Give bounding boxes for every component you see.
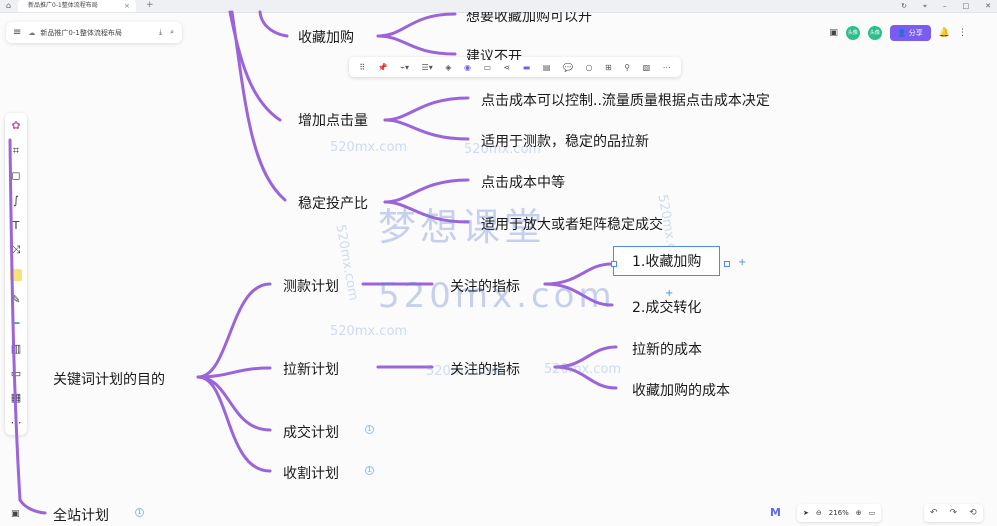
node-harvest-plan[interactable]: 收割计划 [283,463,339,483]
home-icon[interactable]: ⌂ [6,1,11,10]
shapes-icon[interactable]: ◻ [11,169,20,182]
node-root[interactable]: 关键词计划的目的 [53,369,165,389]
cloud-icon: ☁ [28,28,36,37]
share-button[interactable]: 👤 分享 [889,24,931,41]
note-icon[interactable]: ▤ [543,63,551,72]
menu-icon[interactable]: ≡ [13,27,21,38]
line-color-icon[interactable]: ▬ [523,63,531,72]
sticky-note-icon[interactable] [10,268,22,281]
drag-handle-icon[interactable]: ⠿ [359,63,365,72]
refresh-icon[interactable]: ↻ [901,0,907,12]
tab-document[interactable]: 新品推广0-1整体流程布局 [18,0,136,12]
add-child-icon[interactable]: ⊞ [605,63,612,72]
template-icon[interactable]: ▦ [11,391,21,404]
briefcase-icon[interactable]: ▣ [829,28,838,38]
image-icon[interactable]: ▧ [643,63,651,72]
maximize-icon[interactable]: □ [963,0,970,12]
info-badge-icon[interactable]: 1 [365,466,374,475]
window-controls: ↻ ⌖ – □ ✕ [901,0,991,12]
node-metrics[interactable]: 关注的指标 [450,359,520,379]
node-increase-clicks[interactable]: 增加点击量 [298,110,368,130]
user-add-icon: 👤 [897,28,907,37]
table-icon[interactable]: ▭ [11,367,21,380]
pointer-icon[interactable]: ➤ [803,509,809,517]
node-conversion-plan[interactable]: 成交计划 [283,422,339,442]
resize-handle[interactable] [724,261,730,267]
border-color-icon[interactable]: ◉ [464,63,471,72]
avatar[interactable]: 头像 [867,25,882,40]
pen-icon[interactable]: ∫ [13,194,19,207]
search-icon[interactable]: ⌕ [170,28,174,37]
pin-icon[interactable]: 📌 [378,63,388,72]
tab-title: 新品推广0-1整体流程布局 [28,2,98,9]
more-tools-icon[interactable]: ⋯ [11,416,22,429]
ai-logo-icon[interactable]: M [770,506,781,519]
node-allsite-plan[interactable]: 全站计划 [53,505,109,525]
info-badge-icon[interactable]: 1 [135,508,144,517]
link-icon[interactable]: ⚲ [624,63,630,72]
comment-icon[interactable]: 💬 [563,63,573,72]
frame-icon[interactable]: ⌗ [13,144,19,158]
tab-close-icon[interactable]: × [124,0,130,12]
connector-icon[interactable]: ⤨ [12,243,21,257]
zoom-level[interactable]: 216% [829,509,849,517]
node-leaf[interactable]: 适用于测款，稳定的品拉新 [481,131,649,151]
avatar[interactable]: 头像 [845,25,860,40]
share-label: 分享 [908,28,923,37]
add-sibling-icon[interactable]: + [738,257,746,268]
bell-icon[interactable]: 🔔 [939,28,950,38]
watermark-small: 520mx.com [544,362,622,377]
node-leaf[interactable]: 2.成交转化 [632,297,701,317]
branch-icon[interactable]: ⋖ [504,63,511,72]
brush-icon[interactable]: ✎ [11,293,20,306]
node-test-plan[interactable]: 测款计划 [283,276,339,296]
node-leaf[interactable]: 适用于放大或者矩阵稳定成交 [481,214,663,234]
watermark-small: 520mx.com [330,140,408,155]
line-icon[interactable]: ━ [13,317,20,330]
left-toolbar: ✿ ⌗ ◻ ∫ T ⤨ ✎ ━ ▥ ▭ ▦ ⋯ [5,113,27,435]
zoom-out-icon[interactable]: ⊖ [816,509,822,517]
resize-handle[interactable] [611,261,617,267]
redo-icon[interactable]: ↷ [950,508,958,518]
download-icon[interactable]: ⤓ [159,28,162,37]
shape-icon[interactable]: ▭ [483,63,491,72]
node-stable-roi[interactable]: 稳定投产比 [298,193,368,213]
fit-icon[interactable]: ▭ [869,509,876,517]
node-leaf[interactable]: 收藏加购的成本 [632,380,730,400]
node-collect-cart[interactable]: 收藏加购 [298,27,354,47]
more-icon[interactable]: ⋮ [958,28,967,38]
history-controls: ↶ ↷ ⟲ [924,504,983,522]
undo-icon[interactable]: ↶ [930,508,938,518]
layout-icon[interactable]: ☰▾ [422,63,433,72]
style-icon[interactable]: ✿ [11,119,20,132]
new-tab-icon[interactable]: + [146,0,154,11]
node-acquisition-plan[interactable]: 拉新计划 [283,359,339,379]
top-right-toolbar: ▣ 头像 头像 👤 分享 🔔 ⋮ [829,22,967,43]
fill-icon[interactable]: ◈ [445,63,451,72]
node-metrics[interactable]: 关注的指标 [450,276,520,296]
zoom-controls: ➤ ⊖ 216% ⊕ ▭ [797,504,882,522]
node-leaf[interactable]: 拉新的成本 [632,339,702,359]
pin-icon[interactable]: ⌖ [923,0,927,12]
text-icon[interactable]: T [13,219,20,232]
node-leaf[interactable]: 点击成本中等 [481,172,565,192]
zoom-in-icon[interactable]: ⊕ [856,509,862,517]
minimize-icon[interactable]: – [943,0,947,12]
format-toolbar: ⠿ 📌 ⌁▾ ☰▾ ◈ ◉ ▭ ⋖ ▬ ▤ 💬 ○ ⊞ ⚲ ▧ ⋯ [349,57,681,77]
window-tab-bar: ⌂ 新品推广0-1整体流程布局 × + ↻ ⌖ – □ ✕ [0,0,997,13]
close-window-icon[interactable]: ✕ [985,0,991,12]
document-icon[interactable]: ▥ [11,342,21,355]
connector-style-icon[interactable]: ⌁▾ [400,63,409,72]
bubble-icon[interactable]: ○ [585,63,592,72]
info-badge-icon[interactable]: 1 [365,425,374,434]
node-leaf[interactable]: 点击成本可以控制..流量质量根据点击成本决定 [481,90,770,110]
watermark-small: 520mx.com [330,324,408,339]
history-icon[interactable]: ⟲ [969,508,977,518]
minimap-icon[interactable]: ▣ [11,509,20,519]
document-title[interactable]: 新品推广0-1整体流程布局 [40,28,151,38]
mindmap-connectors [8,10,618,515]
node-selected[interactable]: 1.收藏加购 [613,246,721,276]
more-icon[interactable]: ⋯ [663,63,671,72]
document-bar: ≡ ☁ 新品推广0-1整体流程布局 ⤓ ⌕ [6,22,182,43]
